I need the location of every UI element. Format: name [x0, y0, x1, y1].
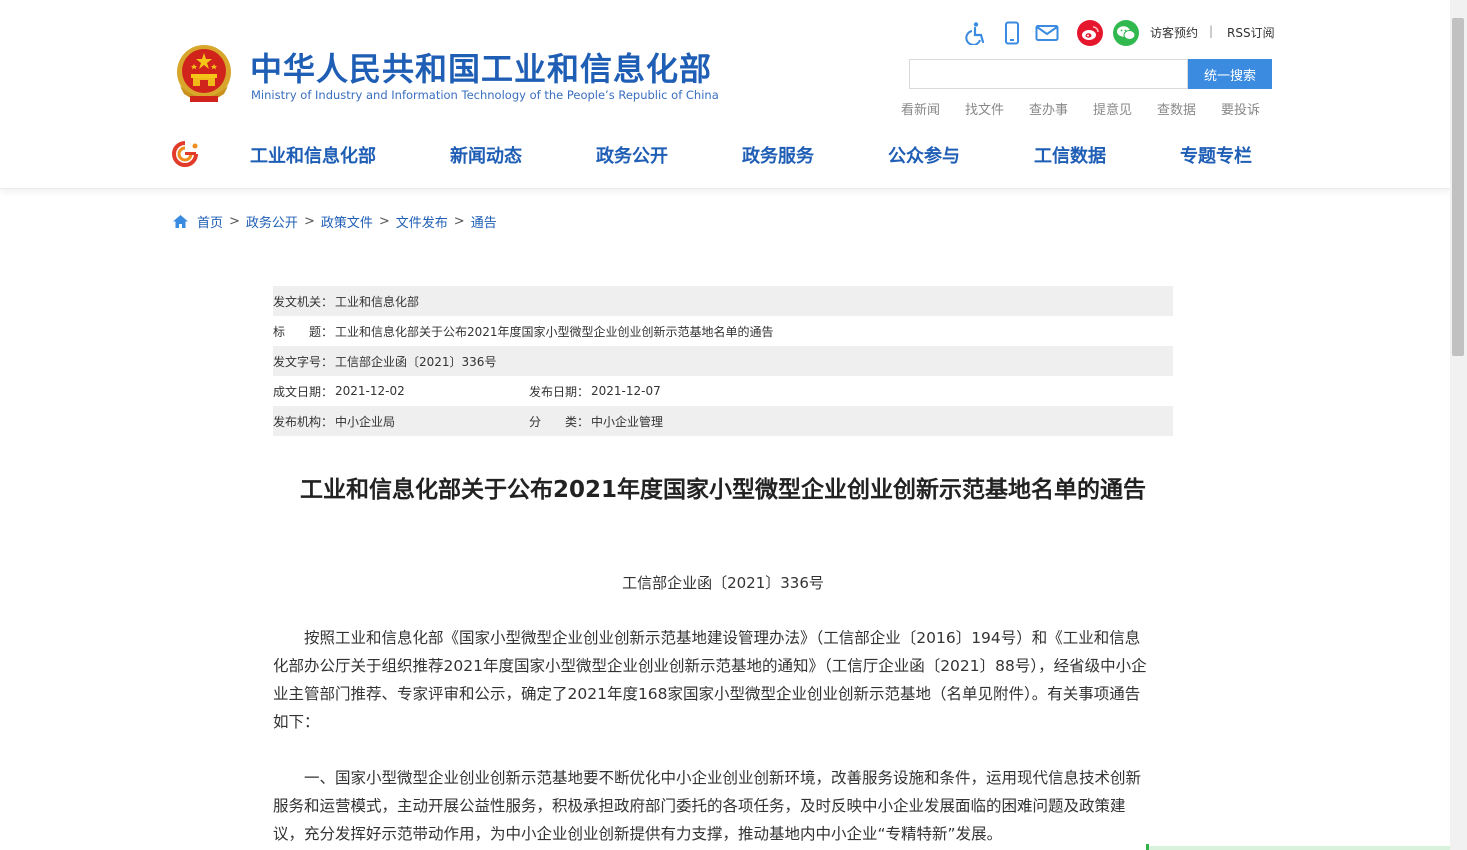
breadcrumb: 首页 > 政务公开 > 政策文件 > 文件发布 > 通告	[172, 212, 497, 231]
visitor-booking-link[interactable]: 访客预约	[1150, 24, 1198, 41]
breadcrumb-separator: >	[453, 213, 465, 229]
nav-item-special-topics[interactable]: 专题专栏	[1180, 142, 1252, 168]
home-icon[interactable]	[172, 214, 189, 229]
breadcrumb-notices[interactable]: 通告	[471, 212, 497, 231]
paragraph-line: 议，充分发挥好示范带动作用，为中小企业创业创新提供有力支撑，推动基地内中小企业“…	[273, 825, 1003, 843]
article-paragraph-1: 按照工业和信息化部《国家小型微型企业创业创新示范基地建设管理办法》（工信部企业〔…	[273, 624, 1173, 736]
meta-created-value: 2021-12-02	[335, 384, 405, 398]
wechat-button[interactable]	[1113, 19, 1139, 47]
meta-org-value: 中小企业局	[335, 414, 396, 429]
accessibility-button[interactable]	[963, 19, 989, 47]
meta-created-label: 成文日期：	[273, 384, 334, 399]
nav-item-government-affairs[interactable]: 政务公开	[596, 142, 668, 168]
mail-icon	[1034, 20, 1060, 46]
meta-issuer-label: 发文机关：	[273, 294, 334, 309]
paragraph-line: 一、国家小型微型企业创业创新示范基地要不断优化中小企业创业创新环境，改善服务设施…	[273, 769, 1142, 787]
meta-docno-label: 发文字号：	[273, 354, 334, 369]
breadcrumb-government-affairs[interactable]: 政务公开	[246, 212, 298, 231]
breadcrumb-separator: >	[303, 213, 315, 229]
nav-item-data[interactable]: 工信数据	[1034, 142, 1106, 168]
quick-link-news[interactable]: 看新闻	[901, 99, 940, 118]
meta-issuer-value: 工业和信息化部	[335, 294, 420, 309]
meta-docno-value: 工信部企业函〔2021〕336号	[335, 354, 497, 369]
meta-published-value: 2021-12-07	[591, 384, 661, 398]
breadcrumb-policy-documents[interactable]: 政策文件	[321, 212, 373, 231]
breadcrumb-separator: >	[378, 213, 390, 229]
paragraph-line: 服务和运营模式，主动开展公益性服务，积极承担政府部门委托的各项任务，及时反映中小…	[273, 797, 1126, 815]
weibo-button[interactable]	[1077, 19, 1103, 47]
nav-item-news[interactable]: 新闻动态	[450, 142, 522, 168]
article-doc-number: 工信部企业函〔2021〕336号	[622, 574, 824, 592]
bottom-progress-strip	[1146, 846, 1450, 850]
paragraph-line: 如下：	[273, 713, 320, 731]
paragraph-line: 化部办公厅关于组织推荐2021年度国家小型微型企业创业创新示范基地的通知》（工信…	[273, 657, 1147, 675]
nav-item-public-participation[interactable]: 公众参与	[888, 142, 960, 168]
util-separator: |	[1209, 24, 1214, 38]
quick-link-complaint[interactable]: 要投诉	[1221, 99, 1260, 118]
meta-row-title: 标 题： 工业和信息化部关于公布2021年度国家小型微型企业创业创新示范基地名单…	[273, 316, 1173, 346]
breadcrumb-home[interactable]: 首页	[197, 212, 223, 231]
miit-logo-icon[interactable]	[170, 140, 200, 168]
meta-category-label: 分 类：	[529, 414, 590, 429]
breadcrumb-separator: >	[229, 213, 240, 229]
search-input[interactable]	[909, 59, 1188, 89]
meta-row-org: 发布机构： 中小企业局 分 类： 中小企业管理	[273, 406, 1173, 436]
mail-button[interactable]	[1034, 19, 1060, 47]
rss-link[interactable]: RSS订阅	[1227, 24, 1275, 41]
scrollbar-thumb[interactable]	[1452, 18, 1464, 356]
unified-search-button[interactable]: 统一搜索	[1188, 59, 1272, 89]
site-title-cn[interactable]: 中华人民共和国工业和信息化部	[250, 44, 712, 90]
meta-row-issuer: 发文机关： 工业和信息化部	[273, 286, 1173, 316]
wechat-icon	[1113, 20, 1139, 46]
meta-row-docno: 发文字号： 工信部企业函〔2021〕336号	[273, 346, 1173, 376]
nav-item-ministry[interactable]: 工业和信息化部	[250, 142, 376, 168]
weibo-icon	[1077, 20, 1103, 46]
breadcrumb-document-release[interactable]: 文件发布	[396, 212, 448, 231]
article-title: 工业和信息化部关于公布2021年度国家小型微型企业创业创新示范基地名单的通告	[299, 477, 1146, 503]
article-paragraph-2: 一、国家小型微型企业创业创新示范基地要不断优化中小企业创业创新环境，改善服务设施…	[273, 764, 1173, 848]
meta-org-label: 发布机构：	[273, 414, 334, 429]
accessibility-icon	[963, 20, 989, 46]
mobile-button[interactable]	[999, 19, 1025, 47]
national-emblem-icon[interactable]	[172, 42, 236, 108]
bottom-progress-marker	[1146, 844, 1149, 850]
paragraph-line: 业主管部门推荐、专家评审和公示，确定了2021年度168家国家小型微型企业创业创…	[273, 685, 1141, 703]
meta-title-label: 标 题：	[273, 324, 334, 339]
nav-item-government-services[interactable]: 政务服务	[742, 142, 814, 168]
meta-published-label: 发布日期：	[529, 384, 590, 399]
meta-category-value: 中小企业管理	[591, 414, 664, 429]
quick-link-feedback[interactable]: 提意见	[1093, 99, 1132, 118]
quick-link-files[interactable]: 找文件	[965, 99, 1004, 118]
meta-row-dates: 成文日期： 2021-12-02 发布日期： 2021-12-07	[273, 376, 1173, 406]
site-title-en: Ministry of Industry and Information Tec…	[251, 88, 719, 102]
meta-title-value: 工业和信息化部关于公布2021年度国家小型微型企业创业创新示范基地名单的通告	[335, 324, 774, 339]
mobile-icon	[999, 20, 1025, 46]
paragraph-line: 按照工业和信息化部《国家小型微型企业创业创新示范基地建设管理办法》（工信部企业〔…	[273, 629, 1141, 647]
quick-link-data[interactable]: 查数据	[1157, 99, 1196, 118]
site-header: 中华人民共和国工业和信息化部 Ministry of Industry and …	[0, 0, 1450, 189]
quick-link-services[interactable]: 查办事	[1029, 99, 1068, 118]
